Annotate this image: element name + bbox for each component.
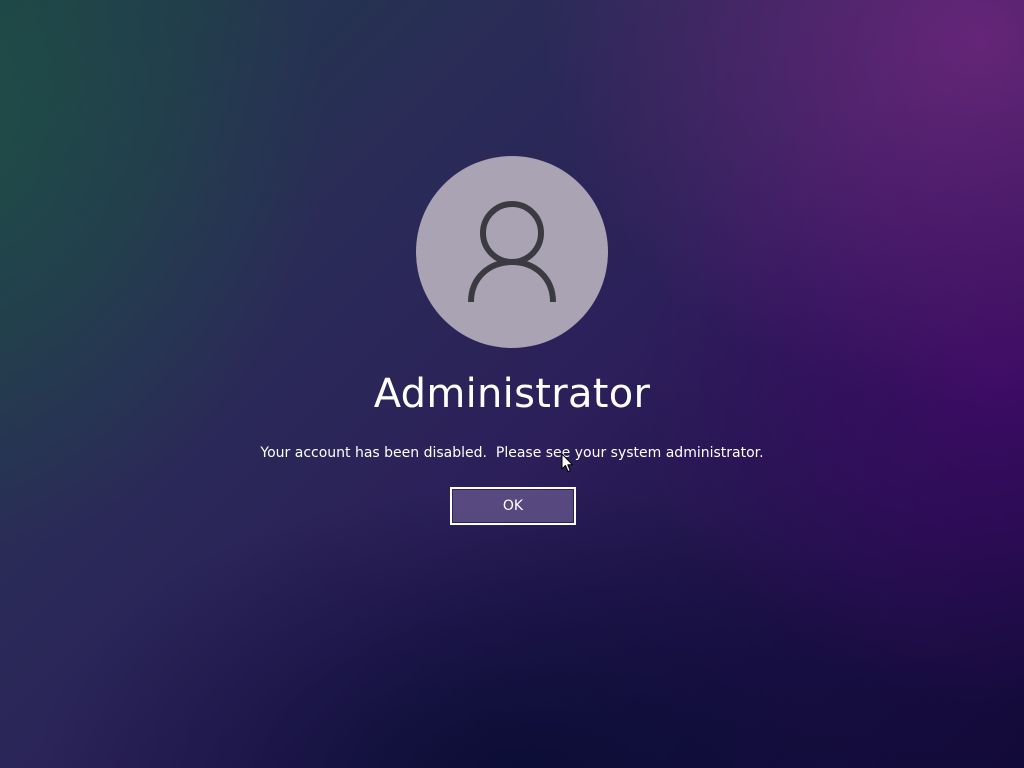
account-disabled-message: Your account has been disabled. Please s… xyxy=(260,445,764,461)
lock-screen: Administrator Your account has been disa… xyxy=(0,0,1024,768)
ok-button-label: OK xyxy=(453,490,573,522)
user-silhouette-icon xyxy=(468,201,556,303)
ok-button[interactable]: OK xyxy=(450,487,576,525)
avatar xyxy=(416,156,608,348)
mouse-pointer-icon xyxy=(561,453,573,472)
account-name: Administrator xyxy=(373,371,651,417)
